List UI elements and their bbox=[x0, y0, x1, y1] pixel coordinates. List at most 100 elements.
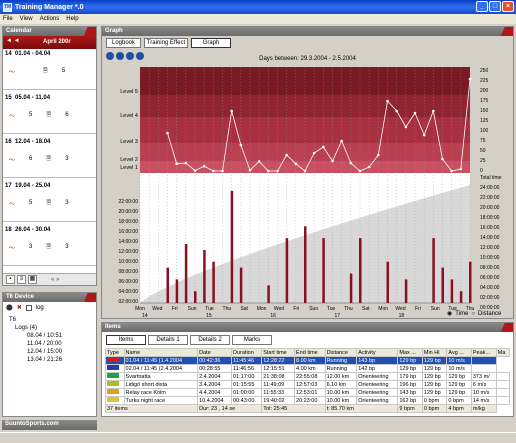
time-tick-left: 20:00:00 bbox=[119, 209, 139, 215]
column-header[interactable]: Distance bbox=[324, 348, 358, 357]
items-header: Items bbox=[102, 323, 513, 332]
graph-collapse-tab[interactable] bbox=[501, 27, 513, 36]
menu-help[interactable]: Help bbox=[66, 16, 78, 22]
week-range: 14 01.04 - 04.04 bbox=[5, 51, 51, 57]
scroll-arrows-icon[interactable]: « » bbox=[51, 277, 59, 283]
table-cell bbox=[470, 364, 497, 373]
items-panel: Items Items Details 1 Details 2 Marks Type N… bbox=[101, 322, 514, 417]
log-entry[interactable]: 08.04 / 10:51 bbox=[27, 332, 62, 340]
log-checkbox[interactable] bbox=[25, 304, 32, 311]
column-header[interactable]: Ma bbox=[495, 348, 511, 357]
suunto-sports-bar[interactable]: SuuntoSports.com bbox=[2, 420, 97, 430]
day-label: Thu bbox=[223, 306, 232, 312]
column-header[interactable]: Duration bbox=[231, 348, 263, 357]
table-cell: Turku night race bbox=[123, 396, 199, 405]
items-tab-items[interactable]: Items bbox=[106, 335, 146, 345]
te-point bbox=[230, 109, 233, 113]
table-row[interactable]: 02.04 / 11:45 (2.4.2004 00:28:55 11:46:56 1… bbox=[105, 364, 510, 373]
table-cell: 6 m/s bbox=[470, 380, 497, 389]
level-band bbox=[140, 67, 470, 95]
minimize-button[interactable]: _ bbox=[476, 1, 488, 12]
table-row[interactable]: Relay race Kolm 4.4.2004 01:00:00 11:55:33 1… bbox=[105, 388, 511, 397]
title-bar: TM Training Manager *.0 _ □ × bbox=[0, 0, 516, 14]
view-month-icon[interactable]: ▦ bbox=[28, 275, 37, 284]
calendar-toolbar: ◄ ◄ April 200r bbox=[3, 36, 96, 49]
column-header[interactable]: Activity bbox=[356, 348, 399, 357]
items-tab-details-2[interactable]: Details 2 bbox=[190, 335, 230, 345]
week-row[interactable]: 14 01.04 - 04.04 〜 🗎 5 bbox=[3, 49, 96, 90]
week-row[interactable]: 16 12.04 - 18.04 〜 6 🗎 3 bbox=[3, 137, 96, 178]
log-entry[interactable]: 13.04 / 21:26 bbox=[27, 356, 62, 364]
day-label: Fri bbox=[293, 306, 299, 312]
view-day-icon[interactable]: ▪ bbox=[6, 275, 15, 284]
duration-bar bbox=[212, 261, 215, 303]
duration-bar bbox=[441, 267, 444, 303]
te-point bbox=[404, 125, 408, 129]
table-cell: 8.00 km bbox=[294, 356, 326, 365]
table-row[interactable]: Lidigö short dista 3.4.2004 01:15:55 11:49:… bbox=[105, 380, 511, 389]
time-tick-left: 08:00:00 bbox=[119, 269, 139, 275]
te-point bbox=[331, 159, 334, 163]
column-header[interactable]: Start time bbox=[261, 348, 296, 357]
prev-month-icon[interactable]: ◄ ◄ bbox=[6, 38, 20, 44]
device-collapse-tab[interactable] bbox=[84, 293, 96, 302]
table-cell: 11:55:33 bbox=[261, 388, 296, 397]
day-label: Fri bbox=[172, 306, 178, 312]
column-header[interactable]: Avg ... bbox=[446, 348, 472, 357]
column-header[interactable]: Peak... bbox=[470, 348, 497, 357]
tab-training-effect[interactable]: Training Effect bbox=[144, 38, 188, 48]
items-tab-marks[interactable]: Marks bbox=[232, 335, 272, 345]
menu-actions[interactable]: Actions bbox=[40, 16, 60, 22]
column-header[interactable]: Name bbox=[123, 348, 199, 357]
table-cell: 12:15:51 bbox=[261, 364, 296, 373]
table-cell bbox=[495, 396, 511, 405]
table-cell: 19:40:02 bbox=[261, 396, 296, 405]
table-cell bbox=[105, 356, 125, 365]
column-header[interactable]: Date bbox=[197, 348, 233, 357]
table-cell: 10 m/s bbox=[446, 364, 472, 373]
type-swatch-icon bbox=[107, 389, 119, 394]
calendar-header: Calendar bbox=[3, 27, 96, 36]
graph-panel: Graph Logbook Training Effect Graph Days… bbox=[101, 26, 514, 319]
tree-root[interactable]: T6 bbox=[9, 316, 62, 324]
week-row[interactable]: 18 26.04 - 30.04 〜 3 🗎 3 bbox=[3, 225, 96, 266]
log-entry[interactable]: 12.04 / 15:00 bbox=[27, 348, 62, 356]
tab-logbook[interactable]: Logbook bbox=[106, 38, 141, 48]
week-range: 18 26.04 - 30.04 bbox=[5, 227, 51, 233]
time-tick-right: 04:00:00 bbox=[480, 285, 500, 291]
items-tab-details-1[interactable]: Details 1 bbox=[148, 335, 188, 345]
te-tick: 75 bbox=[480, 138, 486, 144]
column-header[interactable]: End time bbox=[294, 348, 326, 357]
column-header[interactable]: Max ... bbox=[397, 348, 423, 357]
tab-graph[interactable]: Graph bbox=[191, 38, 231, 48]
table-cell: 10.00 km bbox=[324, 396, 358, 405]
menu-file[interactable]: File bbox=[3, 16, 13, 22]
te-point bbox=[367, 165, 371, 169]
status-bar bbox=[0, 432, 516, 443]
close-button[interactable]: × bbox=[502, 1, 514, 12]
table-cell: 10 m/s bbox=[470, 388, 497, 397]
device-icon[interactable]: ⬤ bbox=[6, 304, 13, 311]
table-row[interactable]: 01.04 / 11:45 (1.4.2004 00:42:36 11:45:46 1… bbox=[105, 356, 510, 365]
te-point bbox=[202, 164, 206, 168]
column-header[interactable]: Min Hl bbox=[421, 348, 448, 357]
view-week-icon[interactable]: ≡ bbox=[17, 275, 26, 284]
calendar-month: April 200r bbox=[43, 39, 71, 45]
distance-radio[interactable]: ○ bbox=[471, 311, 475, 317]
delete-icon[interactable]: ✖ bbox=[17, 304, 22, 311]
week-row[interactable]: 17 19.04 - 25.04 〜 5 🗎 3 bbox=[3, 181, 96, 222]
week-row[interactable]: 15 05.04 - 11.04 〜 5 🗎 6 bbox=[3, 93, 96, 134]
table-cell: Lidigö short dista bbox=[123, 380, 199, 389]
log-entry[interactable]: 11.04 / 20:00 bbox=[27, 340, 62, 348]
day-label: Fri bbox=[415, 306, 421, 312]
table-row[interactable]: Svartnatta 2.4.2004 01:17:00 21:38:08 22:55:… bbox=[105, 372, 511, 381]
table-row[interactable]: Turku night race 10.4.2004 00:43:00 19:40:0… bbox=[105, 396, 511, 405]
maximize-button[interactable]: □ bbox=[489, 1, 501, 12]
collapse-tab[interactable] bbox=[84, 27, 96, 36]
time-radio[interactable]: ◉ bbox=[447, 310, 452, 317]
te-point bbox=[377, 153, 380, 157]
items-collapse-tab[interactable] bbox=[501, 323, 513, 332]
tree-logs[interactable]: Logs (4) bbox=[9, 324, 62, 332]
menu-view[interactable]: View bbox=[20, 16, 33, 22]
column-header[interactable]: Type bbox=[105, 348, 125, 357]
